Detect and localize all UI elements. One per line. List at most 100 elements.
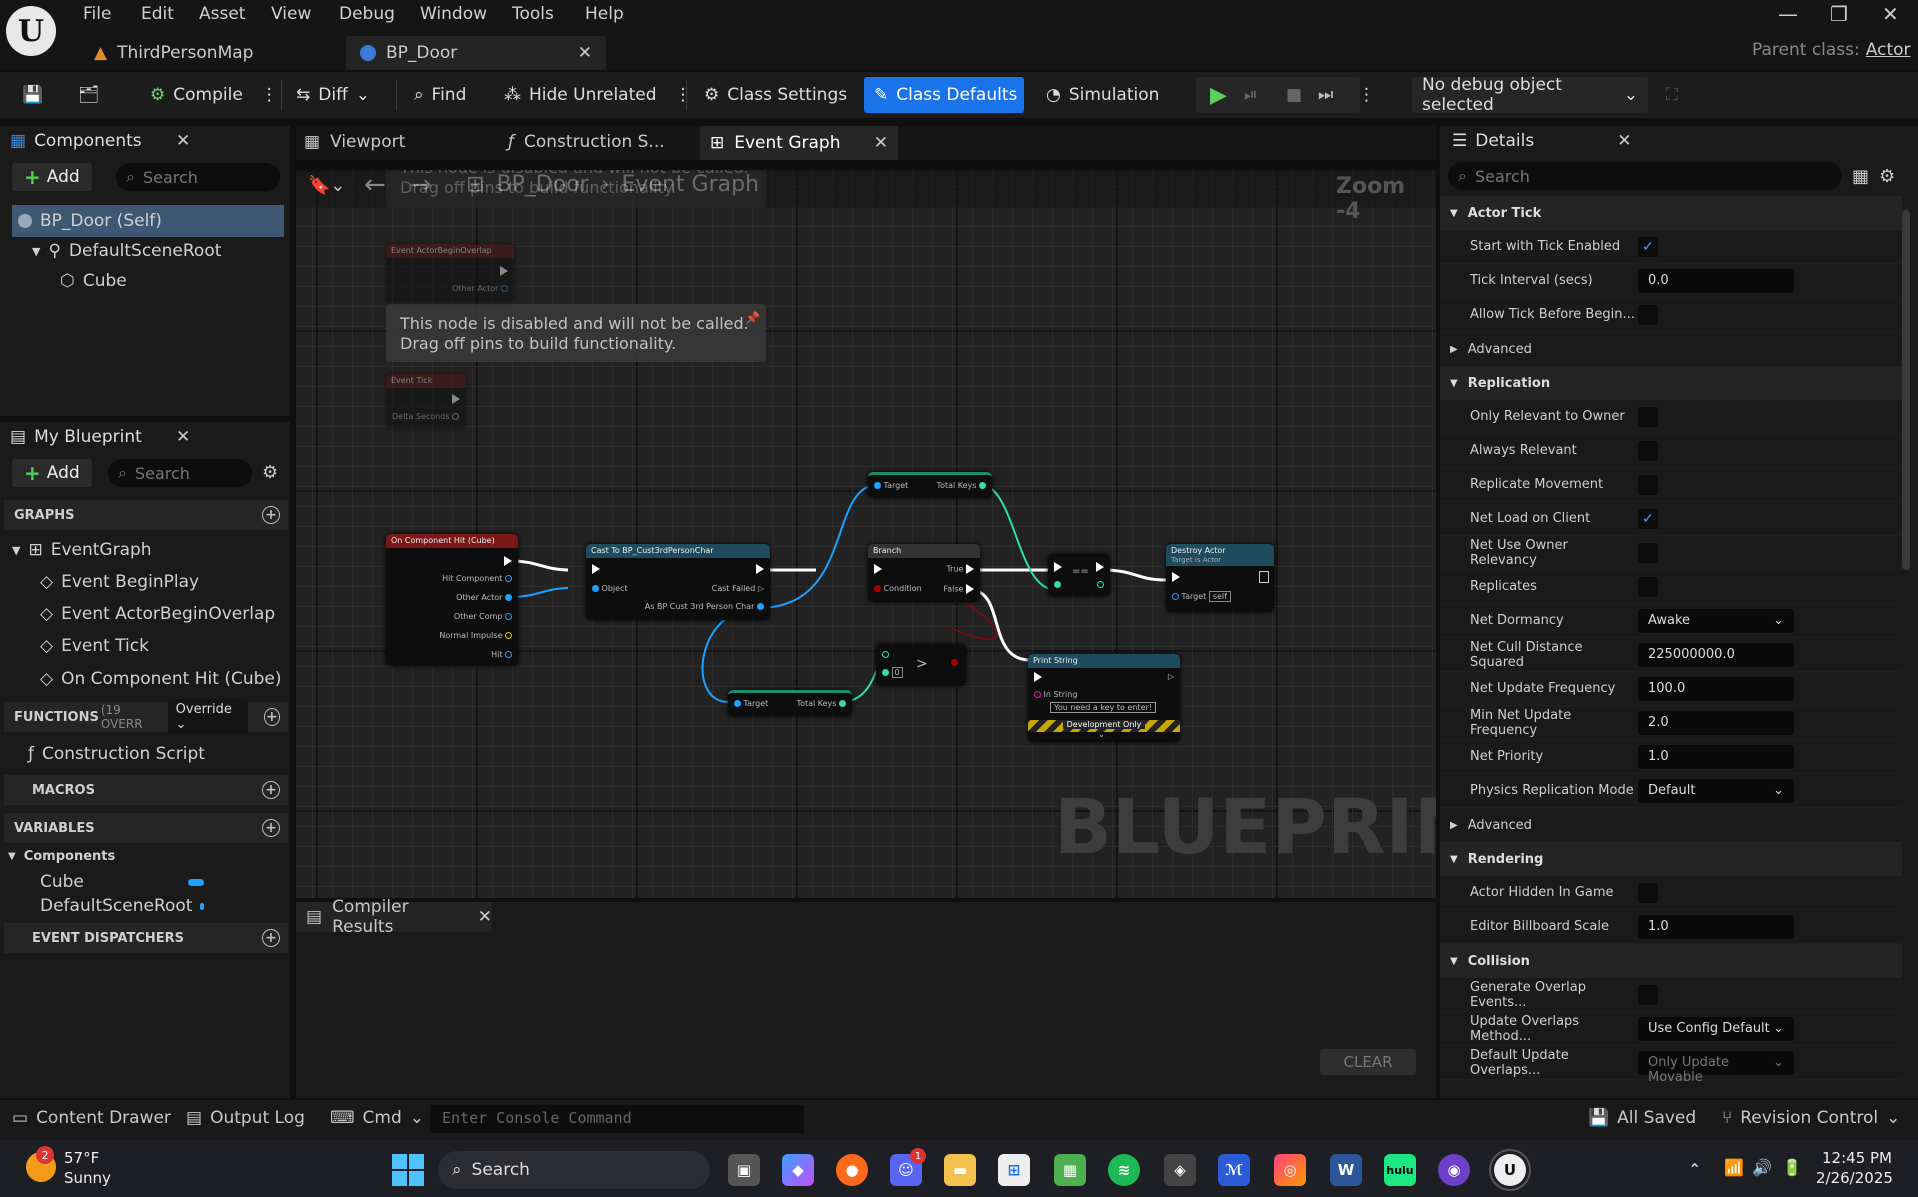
node-get-total-keys[interactable]: Target Total Keys — [728, 690, 852, 716]
tick-interval-field[interactable]: 0.0 — [1638, 268, 1794, 293]
input-pin[interactable]: Condition — [874, 584, 922, 593]
close-icon[interactable]: ✕ — [874, 133, 888, 153]
class-defaults-button[interactable]: ✎ Class Defaults — [864, 77, 1024, 113]
spotify-icon[interactable]: ≋ — [1108, 1154, 1140, 1186]
self-value-field[interactable]: self — [1208, 591, 1231, 602]
gear-icon[interactable]: ⚙ — [1879, 166, 1895, 187]
node-print-string[interactable]: Print String ▷ In String You need a key … — [1028, 654, 1180, 742]
exec-pin[interactable] — [874, 564, 882, 574]
exec-pin[interactable] — [1172, 572, 1180, 582]
table-view-icon[interactable]: ▦ — [1852, 166, 1869, 187]
exec-pin[interactable] — [504, 556, 512, 566]
override-dropdown[interactable]: Override ⌄ — [167, 699, 248, 735]
details-search-input[interactable]: ⌕ Search — [1448, 162, 1842, 190]
output-pin[interactable]: Other Actor — [456, 593, 512, 602]
step-icon[interactable]: ⏯ — [1238, 77, 1264, 113]
unreal-logo-icon[interactable]: U — [6, 6, 56, 56]
add-circle-icon[interactable]: + — [262, 819, 280, 837]
stop-icon[interactable]: ■ — [1280, 77, 1308, 113]
gear-icon[interactable]: ⚙ — [262, 462, 278, 483]
exec-pin[interactable]: Cast Failed ▷ — [712, 584, 764, 593]
net-cull-field[interactable]: 225000000.0 — [1638, 642, 1794, 667]
variables-section[interactable]: VARIABLES + — [4, 813, 288, 843]
event-item[interactable]: ◇ Event ActorBeginOverlap — [40, 598, 275, 630]
construction-script-item[interactable]: ƒ Construction Script — [28, 738, 205, 770]
diff-button[interactable]: ⇆ Diff ⌄ — [290, 77, 376, 113]
menu-debug[interactable]: Debug — [339, 4, 395, 24]
section-collision[interactable]: ▼ Collision — [1440, 944, 1902, 978]
creative-app-icon[interactable]: ◎ — [1274, 1154, 1306, 1186]
advanced-toggle[interactable]: ▶ Advanced — [1440, 332, 1902, 366]
components-search-input[interactable]: ⌕ Search — [116, 163, 280, 191]
battery-icon[interactable]: 🔋 — [1782, 1158, 1802, 1177]
exec-pin[interactable]: ▷ — [1168, 672, 1174, 681]
add-circle-icon[interactable]: + — [262, 506, 280, 524]
tab-construction-script[interactable]: ƒ Construction S... — [508, 132, 665, 152]
default-value-field[interactable]: 0 — [891, 667, 903, 678]
net-dormancy-select[interactable]: Awake ⌄ — [1638, 608, 1794, 633]
debug-object-select[interactable]: No debug object selected ⌄ — [1412, 75, 1648, 115]
variable-default-scene-root[interactable]: DefaultSceneRoot — [40, 890, 204, 922]
details-scrollbar[interactable] — [1902, 210, 1910, 570]
exec-pin[interactable]: True — [946, 564, 974, 574]
play-icon[interactable]: ▶ — [1204, 77, 1233, 113]
event-item[interactable]: ◇ On Component Hit (Cube) — [40, 663, 281, 695]
exec-pin[interactable] — [1259, 571, 1269, 583]
input-pin[interactable] — [1054, 580, 1061, 589]
weather-widget[interactable]: 57°F Sunny — [64, 1148, 111, 1188]
add-circle-icon[interactable]: + — [262, 781, 280, 799]
close-window-button[interactable]: ✕ — [1882, 2, 1899, 26]
console-input[interactable]: Enter Console Command — [430, 1105, 804, 1133]
wifi-icon[interactable]: 📶 — [1724, 1158, 1744, 1177]
section-replication[interactable]: ▼ Replication — [1440, 366, 1902, 400]
add-member-button[interactable]: + Add — [12, 459, 92, 487]
checkbox-checked[interactable]: ✓ — [1638, 508, 1658, 529]
debug-filter-icon[interactable]: ⛶ — [1660, 77, 1684, 113]
github-icon[interactable]: ◉ — [1438, 1154, 1470, 1186]
section-actor-tick[interactable]: ▼ Actor Tick — [1440, 196, 1902, 230]
hulu-icon[interactable]: hulu — [1384, 1154, 1416, 1186]
checkbox[interactable] — [1638, 474, 1658, 495]
output-pin[interactable]: Total Keys — [797, 699, 846, 708]
menu-window[interactable]: Window — [420, 4, 487, 24]
find-button[interactable]: ⌕ Find — [408, 77, 472, 113]
simulation-button[interactable]: ◔ Simulation — [1040, 77, 1165, 113]
input-pin[interactable]: Target — [734, 699, 768, 708]
browse-icon[interactable]: 🗂 — [72, 77, 106, 113]
output-pin[interactable]: As BP Cust 3rd Person Char — [645, 602, 764, 611]
taskbar-search[interactable]: ⌕ Search — [438, 1151, 710, 1189]
input-pin[interactable] — [1097, 580, 1104, 589]
input-pin[interactable]: Target — [874, 481, 908, 490]
restore-button[interactable]: ❐ — [1830, 2, 1848, 26]
macros-section[interactable]: MACROS + — [4, 775, 288, 805]
input-pin[interactable]: In String — [1034, 690, 1077, 699]
physics-rep-select[interactable]: Default ⌄ — [1638, 778, 1794, 803]
checkbox[interactable] — [1638, 576, 1658, 597]
clock[interactable]: 12:45 PM 2/26/2025 — [1816, 1148, 1893, 1188]
exec-pin[interactable] — [756, 564, 764, 574]
menu-asset[interactable]: Asset — [199, 4, 245, 24]
close-icon[interactable]: ✕ — [176, 427, 190, 447]
more-icon[interactable]: ⋮ — [261, 85, 278, 105]
exec-pin[interactable] — [592, 564, 600, 574]
minecraft-icon[interactable]: ▦ — [1054, 1154, 1086, 1186]
exec-pin[interactable] — [1034, 672, 1042, 682]
file-explorer-icon[interactable]: ▬ — [944, 1154, 976, 1186]
add-circle-icon[interactable]: + — [263, 708, 280, 726]
clear-button[interactable]: CLEAR — [1320, 1049, 1416, 1075]
graphs-section[interactable]: GRAPHS + — [4, 500, 288, 530]
firefox-icon[interactable]: ● — [836, 1154, 868, 1186]
task-view-icon[interactable]: ▣ — [728, 1154, 760, 1186]
node-branch[interactable]: Branch True Condition False — [868, 544, 980, 602]
output-pin[interactable] — [951, 658, 958, 667]
volume-icon[interactable]: 🔊 — [1752, 1158, 1772, 1177]
all-saved-button[interactable]: 💾 All Saved — [1588, 1108, 1696, 1128]
menu-help[interactable]: Help — [585, 4, 624, 24]
input-pin[interactable]: Object — [592, 584, 628, 593]
node-equal[interactable]: == — [1048, 554, 1110, 596]
checkbox[interactable] — [1638, 984, 1658, 1005]
doc-tab-bp-door[interactable]: BP_Door ✕ — [346, 36, 606, 70]
compile-button[interactable]: ⚙ Compile ⋮ — [144, 77, 284, 113]
advanced-toggle[interactable]: ▶ Advanced — [1440, 808, 1902, 842]
node-get-total-keys[interactable]: Target Total Keys — [868, 472, 992, 498]
